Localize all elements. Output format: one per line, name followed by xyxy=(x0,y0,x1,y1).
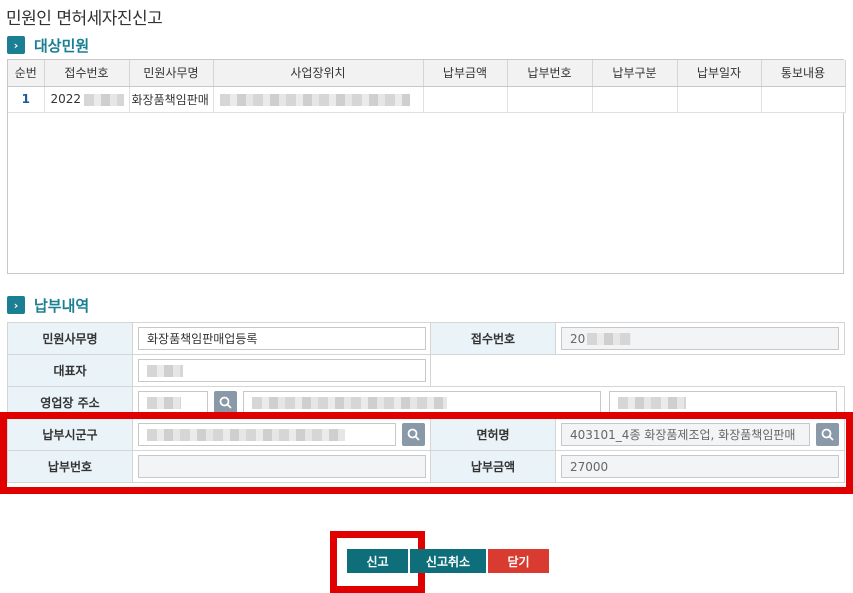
button-bar: 신고 신고취소 닫기 xyxy=(347,549,549,573)
col-header-paytype[interactable]: 납부구분 xyxy=(592,60,678,87)
grid-header-row: 순번 접수번호 민원사무명 사업장위치 납부금액 납부번호 납부구분 납부일자 … xyxy=(8,60,846,87)
row-service[interactable]: 화장품책임판매 xyxy=(129,86,214,113)
col-header-service[interactable]: 민원사무명 xyxy=(129,60,214,87)
col-header-amount[interactable]: 납부금액 xyxy=(423,60,508,87)
search-icon[interactable] xyxy=(214,391,237,414)
row-number[interactable]: 1 xyxy=(8,86,45,113)
section-title: 대상민원 xyxy=(34,36,90,55)
row-receipt-text: 2022 xyxy=(50,92,82,106)
table-row[interactable]: 1 2022 화장품책임판매 xyxy=(8,86,846,113)
license-label: 면허명 xyxy=(430,418,556,451)
payment-number-label: 납부번호 xyxy=(7,450,133,483)
submit-button[interactable]: 신고 xyxy=(347,549,408,573)
receipt-number-field[interactable]: 20 xyxy=(561,327,839,350)
chevron-right-icon: › xyxy=(7,296,25,314)
payment-form: 민원사무명 화장품책임판매업등록 접수번호 20 대표자 영업장 주소 납부시군… xyxy=(7,322,845,483)
amount-field[interactable]: 27000 xyxy=(561,455,839,478)
search-icon[interactable] xyxy=(816,423,839,446)
col-header-seq[interactable]: 순번 xyxy=(8,60,45,87)
section-header-payment: › 납부내역 xyxy=(7,295,89,315)
col-header-paynum[interactable]: 납부번호 xyxy=(507,60,593,87)
target-grid[interactable]: 순번 접수번호 민원사무명 사업장위치 납부금액 납부번호 납부구분 납부일자 … xyxy=(7,59,846,274)
address-label: 영업장 주소 xyxy=(7,386,133,419)
row-paynum[interactable] xyxy=(507,86,593,113)
city-field[interactable] xyxy=(138,423,396,446)
col-header-receipt[interactable]: 접수번호 xyxy=(44,60,130,87)
masked-text xyxy=(147,396,181,409)
receipt-number-text: 20 xyxy=(570,331,586,346)
masked-text xyxy=(252,396,447,409)
col-header-paydate[interactable]: 납부일자 xyxy=(677,60,762,87)
row-paydate[interactable] xyxy=(677,86,762,113)
masked-text xyxy=(618,396,686,409)
masked-text xyxy=(587,332,632,345)
row-location[interactable] xyxy=(213,86,424,113)
address-detail-field[interactable] xyxy=(609,391,837,414)
close-button[interactable]: 닫기 xyxy=(488,549,549,573)
chevron-right-icon: › xyxy=(7,36,25,54)
payment-number-field[interactable] xyxy=(138,455,426,478)
row-paytype[interactable] xyxy=(592,86,678,113)
col-header-notice[interactable]: 통보내용 xyxy=(761,60,846,87)
cancel-report-button[interactable]: 신고취소 xyxy=(410,549,486,573)
masked-text xyxy=(219,93,410,106)
representative-field[interactable] xyxy=(138,359,426,382)
license-name-field[interactable]: 403101_4종 화장품제조업, 화장품책임판매 xyxy=(561,423,810,446)
page-title: 민원인 면허세자진신고 xyxy=(6,9,163,29)
service-label: 민원사무명 xyxy=(7,322,133,355)
masked-text xyxy=(84,93,125,106)
address-field[interactable] xyxy=(243,391,601,414)
masked-text xyxy=(147,364,183,377)
representative-label: 대표자 xyxy=(7,354,133,387)
masked-text xyxy=(147,428,345,441)
section-header-target: › 대상민원 xyxy=(7,35,89,55)
row-receipt[interactable]: 2022 xyxy=(44,86,130,113)
city-label: 납부시군구 xyxy=(7,418,133,451)
row-amount[interactable] xyxy=(423,86,508,113)
receipt-label: 접수번호 xyxy=(430,322,556,355)
service-name-field[interactable]: 화장품책임판매업등록 xyxy=(138,327,426,350)
zipcode-field[interactable] xyxy=(138,391,208,414)
section-title: 납부내역 xyxy=(34,296,90,315)
search-icon[interactable] xyxy=(402,423,425,446)
amount-label: 납부금액 xyxy=(430,450,556,483)
row-notice[interactable] xyxy=(761,86,846,113)
col-header-location[interactable]: 사업장위치 xyxy=(213,60,424,87)
